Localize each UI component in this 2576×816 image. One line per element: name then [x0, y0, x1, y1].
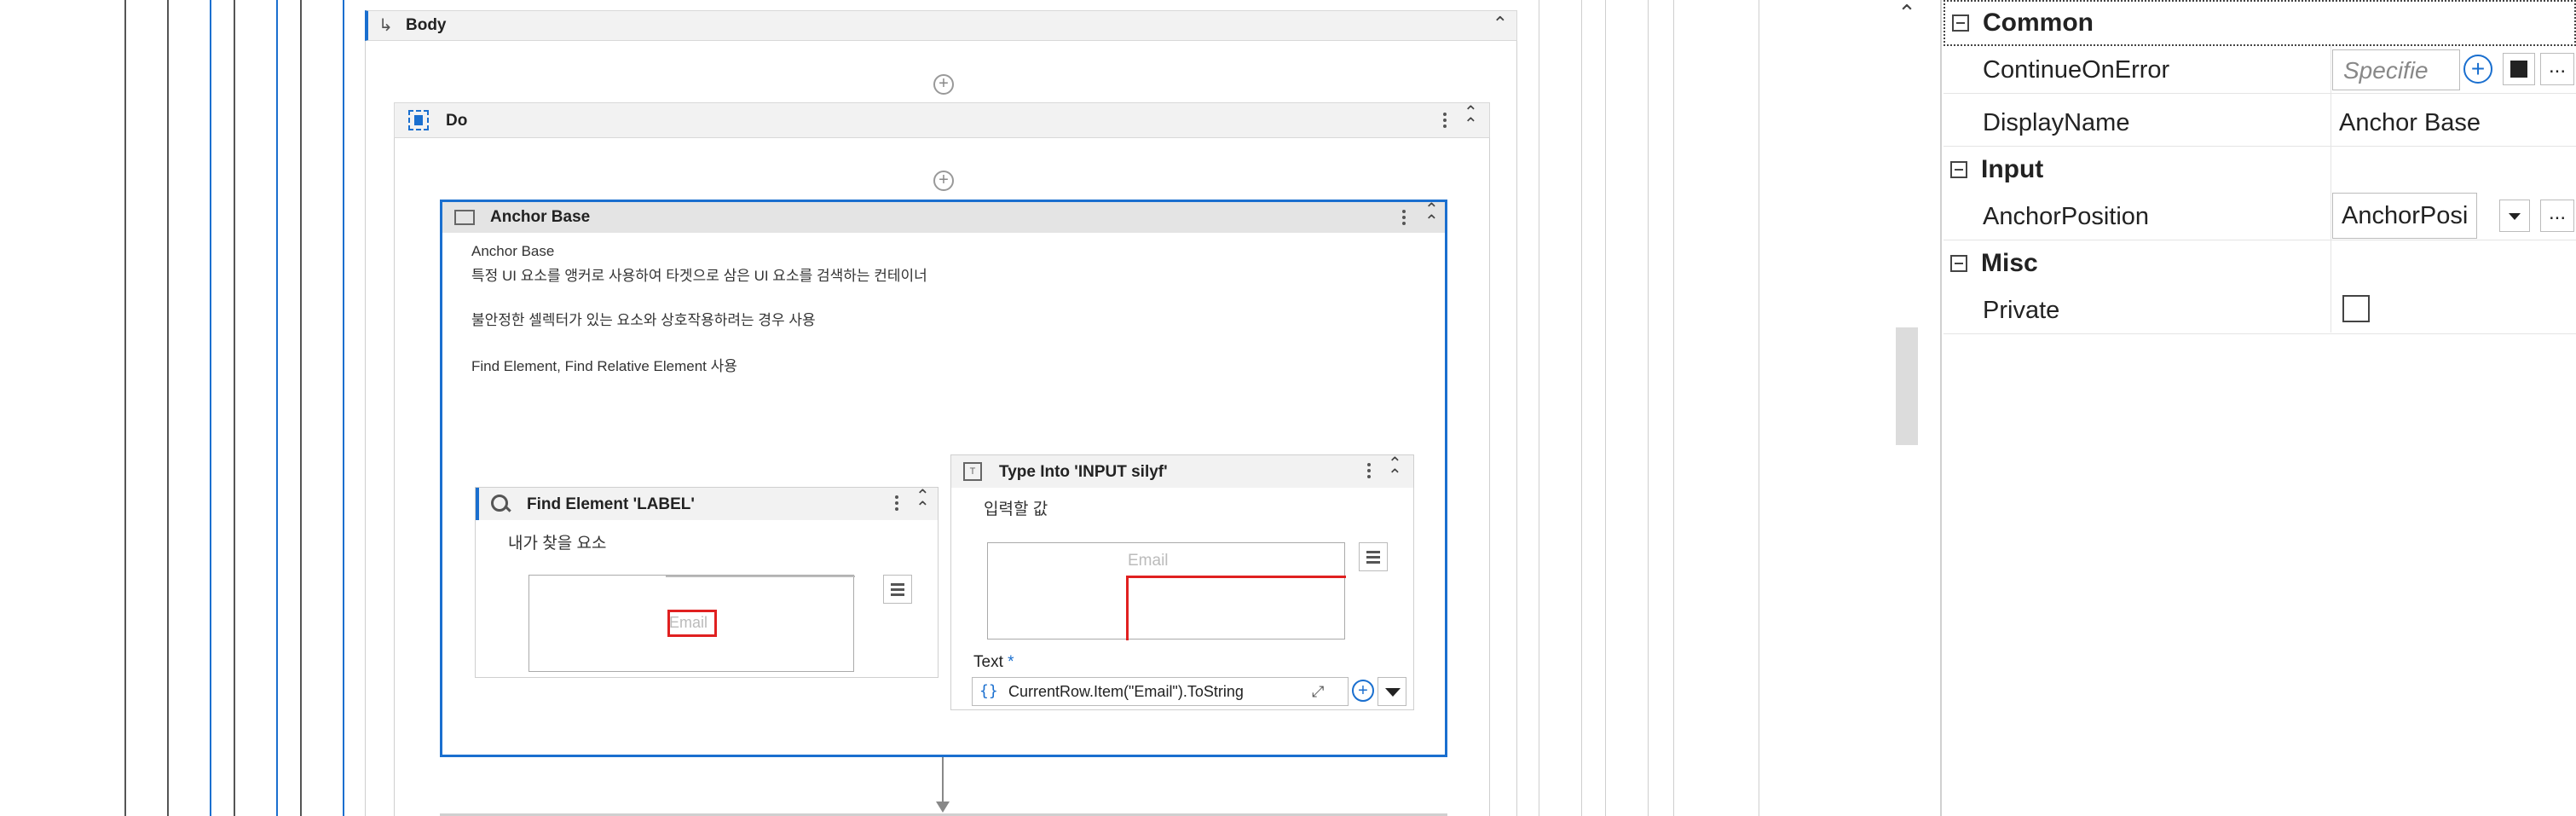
text-label: Text: [973, 653, 1003, 671]
dropdown-arrow-icon[interactable]: [2499, 200, 2530, 232]
add-expression-button[interactable]: +: [2463, 55, 2492, 84]
sequence-icon-core: [414, 115, 423, 125]
annotation-text: 특정 UI 요소를 앵커로 사용하여 타겟으로 삼은 UI 요소를 검색하는 컨…: [471, 268, 927, 284]
anchor-base-title: Anchor Base: [490, 208, 591, 226]
more-options-icon[interactable]: [1367, 460, 1371, 481]
more-options-icon[interactable]: [895, 493, 898, 513]
type-into-icon: T: [963, 462, 982, 481]
text-field-label: Text *: [973, 653, 1014, 672]
preview-line: [666, 576, 855, 577]
search-icon-handle: [504, 505, 511, 512]
category-label: Input: [1981, 155, 2044, 183]
container-guide-line: [210, 0, 211, 816]
property-label: AnchorPosition: [1983, 203, 2150, 230]
find-element-header[interactable]: Find Element 'LABEL' ⌃ ⌃: [476, 488, 938, 520]
more-options-icon[interactable]: [1402, 207, 1406, 228]
text-expression-field[interactable]: {} CurrentRow.Item("Email").ToString ⤢: [972, 677, 1349, 706]
anchor-base-header[interactable]: Anchor Base ⌃ ⌃: [442, 201, 1445, 233]
ellipsis-button[interactable]: ...: [2540, 200, 2574, 232]
anchor-position-input[interactable]: AnchorPosi: [2332, 193, 2477, 239]
do-header[interactable]: Do ⌃ ⌃: [394, 102, 1490, 138]
collapse-double-icon[interactable]: ⌃ ⌃: [915, 488, 930, 517]
preview-target-text: Email: [669, 614, 708, 631]
target-preview[interactable]: Email: [528, 575, 855, 672]
container-guide-line: [1673, 0, 1674, 816]
property-continue-on-error[interactable]: ContinueOnError Specifie + ...: [1944, 46, 2576, 94]
type-into-header[interactable]: T Type Into 'INPUT silyf' ⌃ ⌃: [951, 455, 1413, 488]
find-element-title: Find Element 'LABEL': [527, 495, 695, 513]
find-element-annotation: 내가 찾을 요소: [508, 535, 607, 553]
collapse-double-icon[interactable]: ⌃ ⌃: [1464, 104, 1478, 133]
container-guide-line: [167, 0, 169, 816]
category-label: Common: [1983, 9, 2094, 37]
property-private[interactable]: Private: [1944, 286, 2576, 334]
preview-target-text: Email: [1128, 552, 1169, 570]
container-guide-line: [234, 0, 235, 816]
target-preview[interactable]: Email: [987, 542, 1346, 640]
annotation-text: 불안정한 셀렉터가 있는 요소와 상호작용하려는 경우 사용: [471, 312, 816, 328]
dropdown-arrow-icon[interactable]: [1378, 677, 1406, 706]
container-guide-line: [124, 0, 126, 816]
type-into-title: Type Into 'INPUT silyf': [999, 463, 1168, 481]
add-activity-button[interactable]: +: [933, 74, 954, 95]
more-options-icon[interactable]: [1443, 110, 1447, 130]
expression-value: CurrentRow.Item("Email").ToString: [1008, 683, 1244, 700]
continue-on-error-input[interactable]: Specifie: [2332, 49, 2460, 90]
annotation-text: Anchor Base: [471, 243, 555, 259]
category-label: Misc: [1981, 249, 2038, 277]
vertical-scrollbar-thumb[interactable]: [1896, 327, 1918, 445]
options-menu-icon[interactable]: [1359, 542, 1388, 571]
container-guide-line: [343, 0, 344, 816]
private-checkbox[interactable]: [2342, 295, 2370, 322]
input-placeholder: Specifie: [2343, 57, 2429, 84]
options-menu-icon[interactable]: [883, 575, 912, 604]
container-guide-line: [1605, 0, 1606, 816]
annotation-text: Find Element, Find Relative Element 사용: [471, 358, 737, 374]
category-common[interactable]: Common: [1944, 0, 2576, 46]
type-into-annotation: 입력할 값: [984, 501, 1048, 518]
type-into-activity[interactable]: T Type Into 'INPUT silyf' ⌃ ⌃ 입력할 값 Email…: [950, 454, 1414, 710]
find-element-activity[interactable]: Find Element 'LABEL' ⌃ ⌃ 내가 찾을 요소 Email: [475, 487, 939, 678]
connector-arrow: [936, 802, 950, 813]
property-label: Private: [1983, 297, 2060, 324]
anchor-base-activity[interactable]: Anchor Base ⌃ ⌃ Anchor Base 특정 UI 요소를 앵커로…: [440, 200, 1447, 757]
collapse-icon[interactable]: [1950, 161, 1967, 178]
property-anchor-position[interactable]: AnchorPosition AnchorPosi ...: [1944, 193, 2576, 240]
expand-editor-icon[interactable]: ⤢: [1312, 683, 1324, 701]
category-misc[interactable]: Misc: [1944, 240, 2576, 286]
collapse-icon[interactable]: [1952, 14, 1969, 32]
category-input[interactable]: Input: [1944, 147, 2576, 193]
do-label: Do: [446, 112, 468, 130]
connector-line: [942, 757, 944, 807]
ellipsis-button[interactable]: ...: [2540, 53, 2574, 85]
add-activity-button[interactable]: +: [933, 171, 954, 191]
required-mark: *: [1008, 653, 1014, 671]
body-arrow-icon: ↳: [378, 16, 393, 35]
property-label: ContinueOnError: [1983, 56, 2170, 84]
add-variable-button[interactable]: +: [1352, 680, 1374, 702]
property-display-name[interactable]: DisplayName Anchor Base: [1944, 99, 2576, 147]
scroll-up-icon[interactable]: ⌃: [1894, 0, 1920, 26]
container-guide-line: [276, 0, 278, 816]
input-value: AnchorPosi: [2342, 202, 2469, 229]
preview-selection-top: [1126, 576, 1346, 578]
container-guide-line: [1648, 0, 1649, 816]
preview-selection-left: [1126, 576, 1129, 640]
collapse-icon[interactable]: ⌃: [1493, 13, 1508, 35]
collapse-icon[interactable]: [1950, 255, 1967, 272]
collapse-double-icon[interactable]: ⌃ ⌃: [1424, 201, 1439, 230]
container-guide-line: [300, 0, 302, 816]
window-icon: [454, 210, 475, 225]
display-name-value[interactable]: Anchor Base: [2339, 99, 2481, 147]
stop-square-icon[interactable]: [2503, 53, 2535, 85]
expression-braces: {}: [979, 682, 998, 700]
container-guide-line: [1581, 0, 1582, 816]
body-label: Body: [406, 16, 447, 34]
body-header[interactable]: ↳ Body ⌃: [365, 10, 1517, 41]
collapse-double-icon[interactable]: ⌃ ⌃: [1388, 455, 1402, 484]
property-label: DisplayName: [1983, 109, 2130, 136]
